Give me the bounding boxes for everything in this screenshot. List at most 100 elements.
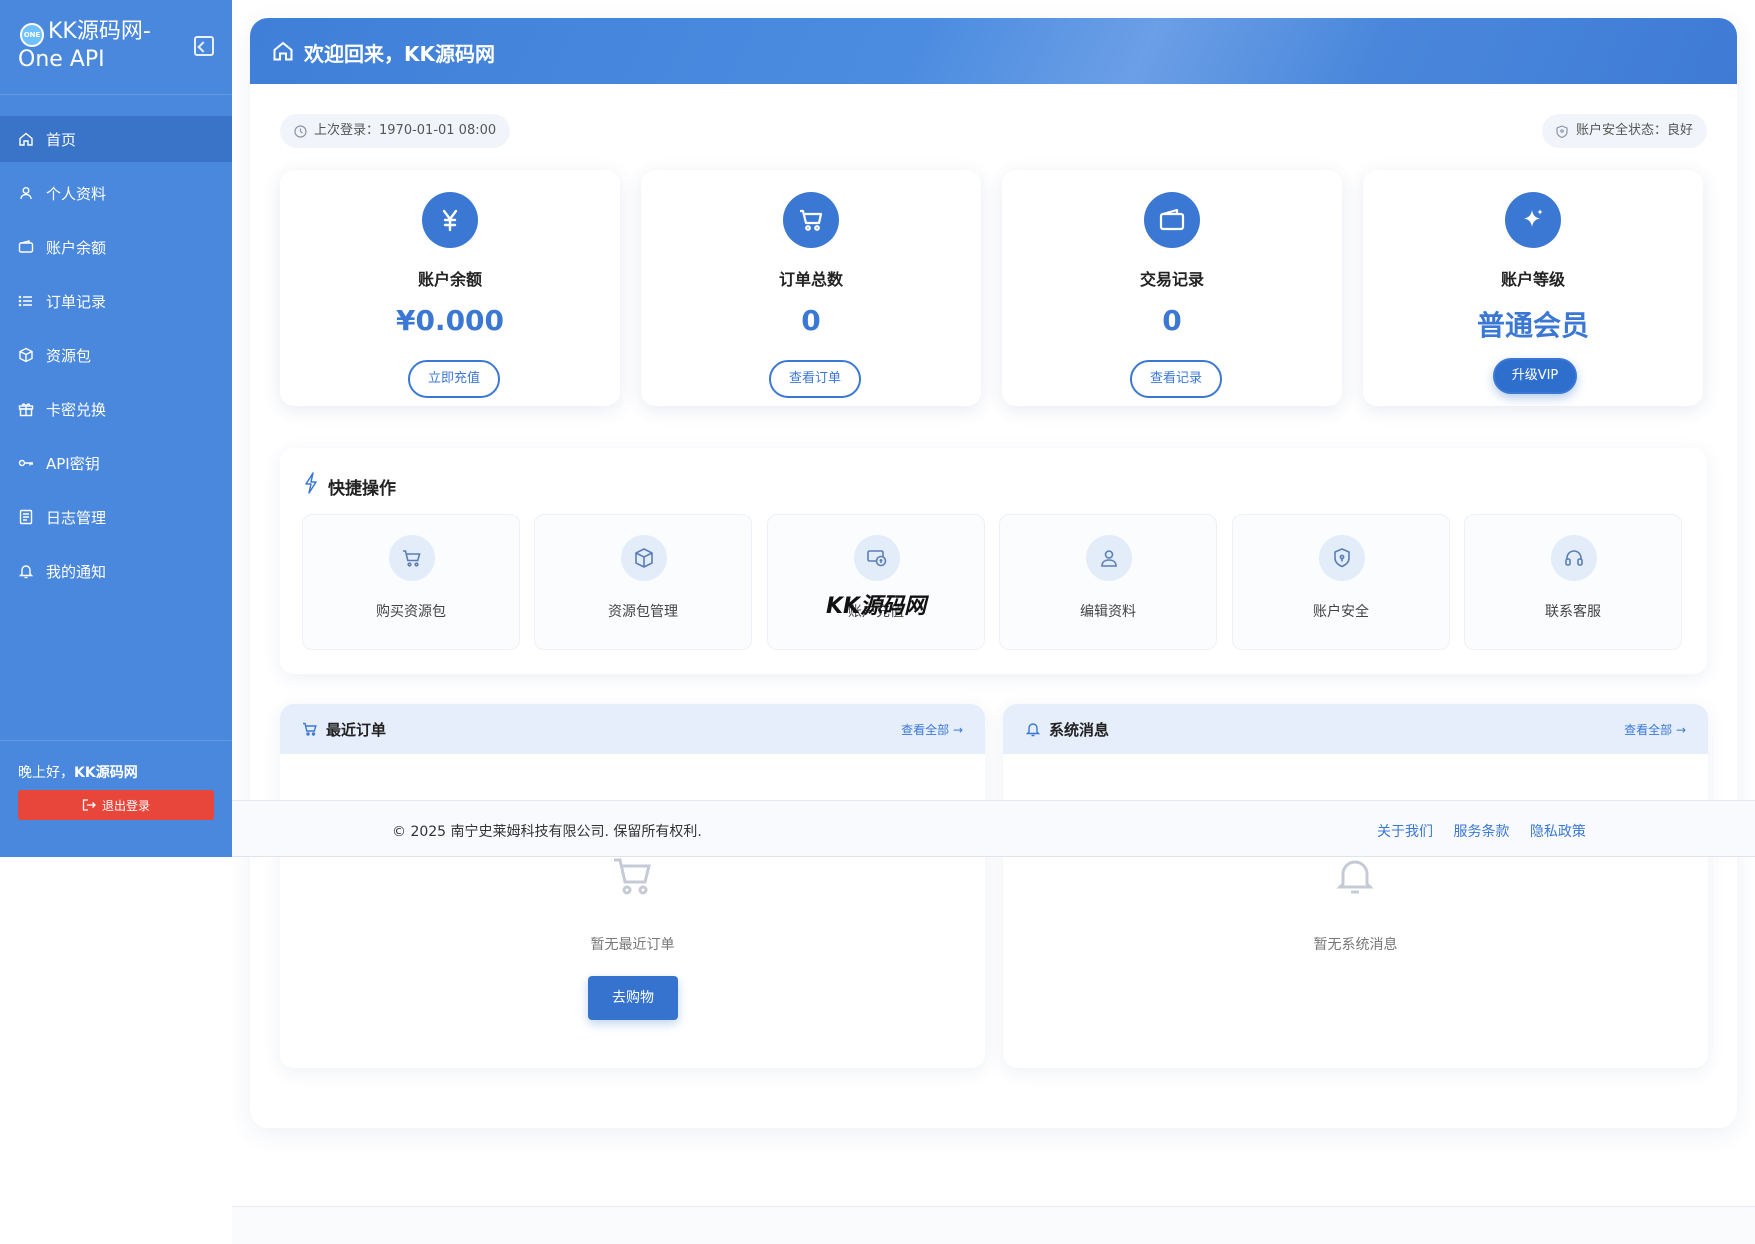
security-status-text: 账户安全状态：良好: [1575, 123, 1693, 138]
empty-orders-text: 暂无最近订单: [590, 937, 675, 953]
sidebar-divider: [0, 94, 232, 95]
footer-link-terms[interactable]: 服务条款: [1453, 824, 1509, 840]
security-status-badge: 账户安全状态：良好: [1541, 114, 1707, 148]
logout-button[interactable]: 退出登录: [18, 790, 214, 820]
sidebar-item-api-keys[interactable]: API密钥: [0, 440, 232, 486]
brand-subtitle: One API: [18, 47, 105, 72]
greeting-prefix: 晚上好，: [18, 765, 74, 781]
welcome-header: 欢迎回来，KK源码网: [250, 18, 1737, 84]
footer: © 2025 南宁史莱姆科技有限公司. 保留所有权利. 关于我们 服务条款 隐私…: [232, 800, 1755, 857]
shield-icon: [1556, 125, 1568, 138]
sidebar-item-label: 日志管理: [46, 508, 107, 527]
system-messages-title: 系统消息: [1049, 721, 1110, 739]
brand[interactable]: ONE KK源码网- One API: [18, 18, 218, 80]
sidebar-item-label: API密钥: [46, 454, 100, 473]
view-all-orders-link[interactable]: 查看全部 →: [901, 721, 963, 738]
lightning-icon: [305, 472, 317, 494]
view-all-messages-link[interactable]: 查看全部 →: [1624, 721, 1686, 738]
recharge-button[interactable]: 立即充值: [408, 360, 500, 398]
quick-edit-profile[interactable]: 编辑资料: [999, 514, 1217, 650]
greeting: 晚上好，KK源码网: [18, 762, 138, 782]
main-panel: 欢迎回来，KK源码网 上次登录：1970-01-01 08:00 账户安全状态：…: [250, 18, 1737, 1128]
upgrade-vip-button[interactable]: 升级VIP: [1493, 358, 1577, 394]
sidebar-item-orders[interactable]: 订单记录: [0, 278, 232, 324]
cart-icon: [303, 722, 317, 736]
quick-package-management[interactable]: 资源包管理: [534, 514, 752, 650]
gift-icon: [18, 403, 34, 417]
stat-icon-circle: [422, 192, 478, 248]
sidebar-item-label: 订单记录: [46, 292, 107, 311]
sidebar-item-redeem[interactable]: 卡密兑换: [0, 386, 232, 432]
quick-label: 资源包管理: [608, 604, 678, 620]
page-bottom-strip: [232, 1207, 1755, 1244]
sidebar-item-label: 资源包: [46, 346, 92, 365]
sidebar-item-label: 首页: [46, 130, 77, 149]
go-shopping-button[interactable]: 去购物: [588, 976, 678, 1020]
stat-label: 交易记录: [1139, 270, 1204, 289]
empty-cart-icon: [614, 858, 651, 895]
brand-title: KK源码网-: [48, 19, 151, 44]
user-icon: [20, 187, 32, 200]
brand-logo-icon: ONE: [20, 23, 44, 47]
recent-orders-panel: 最近订单 查看全部 → 暂无最近订单 去购物: [280, 704, 985, 1068]
copyright-text: © 2025 南宁史莱姆科技有限公司. 保留所有权利.: [392, 824, 702, 840]
logout-icon: [82, 799, 96, 811]
transactions-card: 交易记录 0 查看记录: [1002, 170, 1342, 406]
quick-label: 编辑资料: [1080, 604, 1136, 620]
view-orders-button[interactable]: 查看订单: [769, 360, 861, 398]
transactions-count-value: 0: [1162, 304, 1182, 337]
watermark-text: KK源码网: [826, 594, 927, 619]
log-icon: [19, 509, 33, 525]
orders-count-value: 0: [801, 304, 821, 337]
quick-contact-support[interactable]: 联系客服: [1464, 514, 1682, 650]
quick-buy-package[interactable]: 购买资源包: [302, 514, 520, 650]
user-icon: [1101, 550, 1117, 567]
collapse-sidebar-icon[interactable]: [194, 36, 214, 56]
quick-icon-circle: [621, 535, 667, 581]
footer-link-about[interactable]: 关于我们: [1377, 824, 1433, 840]
quick-account-security[interactable]: 账户安全: [1232, 514, 1450, 650]
sidebar-item-balance[interactable]: 账户余额: [0, 224, 232, 270]
sidebar-item-profile[interactable]: 个人资料: [0, 170, 232, 216]
quick-label: 联系客服: [1545, 604, 1601, 620]
stat-icon-circle: [783, 192, 839, 248]
quick-icon-circle: [1086, 535, 1132, 581]
sidebar-item-home[interactable]: 首页: [0, 116, 232, 162]
quick-icon-circle: [854, 535, 900, 581]
key-icon: [18, 459, 33, 467]
bell-icon: [18, 565, 34, 579]
balance-card: 账户余额 ¥0.000 立即充值: [280, 170, 620, 406]
quick-recharge[interactable]: 账户充值: [767, 514, 985, 650]
cart-icon: [403, 550, 421, 567]
quick-label: 购买资源包: [376, 604, 446, 620]
level-card: 账户等级 普通会员 升级VIP: [1363, 170, 1703, 406]
panel-header: 系统消息 查看全部 →: [1003, 704, 1708, 754]
cart-icon: [800, 209, 823, 231]
page-title: 欢迎回来，KK源码网: [304, 42, 495, 66]
recent-orders-title: 最近订单: [326, 721, 387, 739]
sparkle-icon: [1524, 209, 1543, 227]
headset-icon: [1565, 550, 1583, 566]
sidebar-nav: 首页 个人资料 账户余额 订单记录 资源包 卡密兑换 API密钥 日志管理 我的…: [0, 116, 232, 602]
system-messages-panel: 系统消息 查看全部 → 暂无系统消息: [1003, 704, 1708, 1068]
shield-icon: [1334, 548, 1350, 568]
sidebar-item-label: 我的通知: [46, 562, 107, 581]
stat-label: 订单总数: [778, 270, 843, 289]
empty-bell-icon: [1336, 860, 1374, 894]
home-icon: [19, 132, 33, 146]
sidebar-item-packages[interactable]: 资源包: [0, 332, 232, 378]
stat-icon-circle: [1144, 192, 1200, 248]
panel-header: 最近订单 查看全部 →: [280, 704, 985, 754]
quick-label: 账户安全: [1313, 604, 1369, 620]
sidebar-item-label: 卡密兑换: [46, 400, 107, 419]
home-icon: [273, 41, 293, 61]
sidebar-item-logs[interactable]: 日志管理: [0, 494, 232, 540]
sidebar-item-notifications[interactable]: 我的通知: [0, 548, 232, 594]
stat-icon-circle: [1505, 192, 1561, 248]
stat-label: 账户等级: [1500, 270, 1565, 289]
footer-link-privacy[interactable]: 隐私政策: [1530, 824, 1586, 840]
view-records-button[interactable]: 查看记录: [1130, 360, 1222, 398]
balance-value: ¥0.000: [395, 304, 505, 337]
clock-icon: [294, 125, 307, 138]
bell-icon: [1025, 723, 1041, 737]
